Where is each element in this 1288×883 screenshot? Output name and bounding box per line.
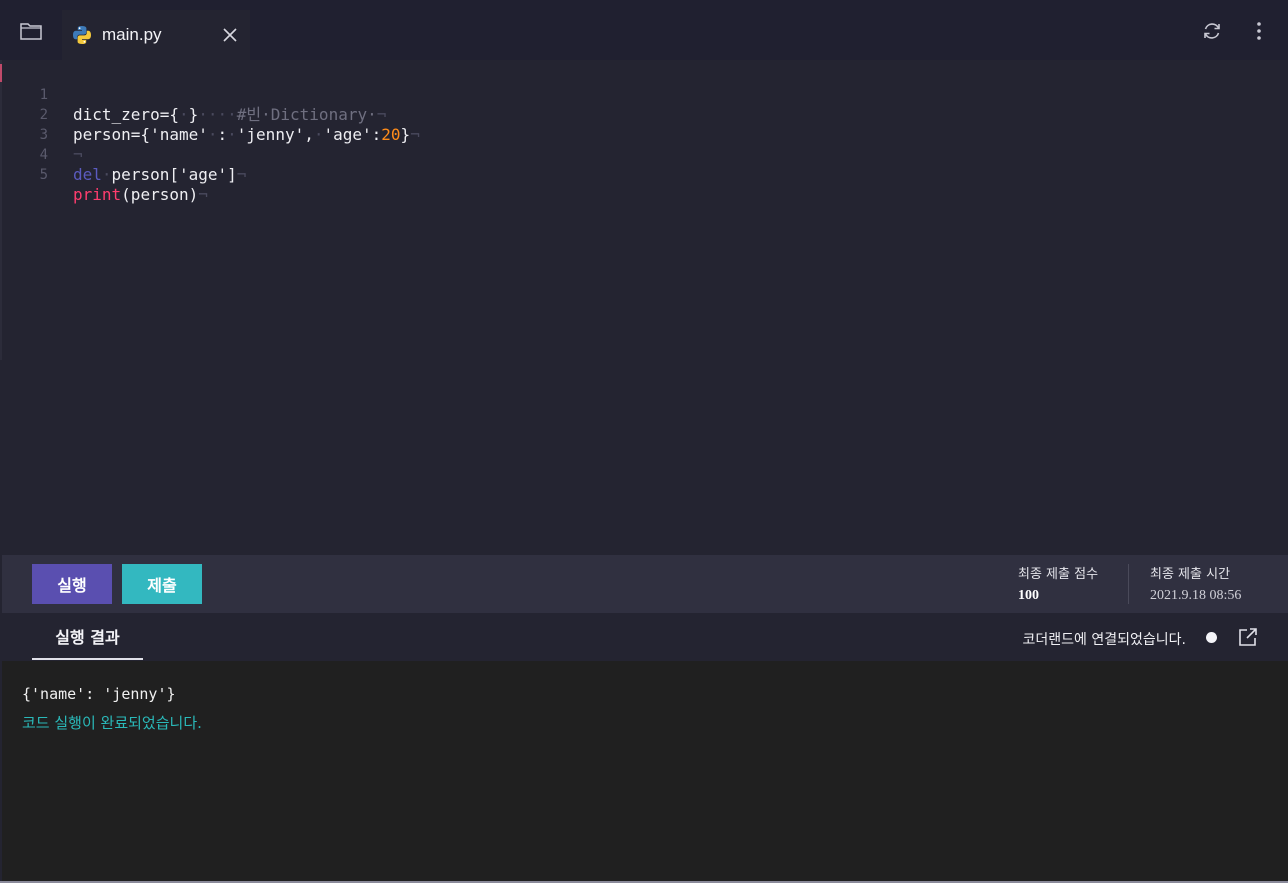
run-button[interactable]: 실행 [32,564,112,604]
console-output: {'name': 'jenny'} 코드 실행이 완료되었습니다. [2,661,1288,881]
line-number: 5 [39,167,48,183]
tab-label: main.py [102,25,162,44]
tab-run-result[interactable]: 실행 결과 [32,613,143,660]
external-link-icon[interactable] [1236,625,1260,649]
final-time-label: 최종 제출 시간 [1150,567,1231,582]
code-text: del·person['age']¬ [73,165,247,184]
divider [1128,564,1129,604]
code-line: 4 del·person['age']¬ [0,125,1288,184]
run-complete-message: 코드 실행이 완료되었습니다. [22,714,202,732]
code-line: 2 person={'name'·:·'jenny',·'age':20}¬ [0,85,1288,144]
output-line: {'name': 'jenny'} [22,685,176,703]
more-vertical-icon[interactable] [1248,17,1270,45]
python-icon [73,26,91,44]
final-score: 최종 제출 점수 100 [1018,563,1098,604]
code-line: 1 dict_zero={·}····#빈·Dictionary·¬ [0,65,1288,124]
code-text: print(person)¬ [73,185,208,204]
folder-icon[interactable] [14,17,48,45]
result-header: 실행 결과 코더랜드에 연결되었습니다. [2,613,1288,661]
tab-main-py[interactable]: main.py [62,10,250,60]
final-time-value: 2021.9.18 08:56 [1150,588,1242,603]
code-line: 3 ¬ [0,105,1288,164]
final-submit-time: 최종 제출 시간 2021.9.18 08:56 [1150,563,1241,604]
tab-bar: main.py [0,0,1288,60]
action-toolbar: 실행 제출 최종 제출 점수 100 최종 제출 시간 2021.9.18 08… [2,555,1288,613]
refresh-icon[interactable] [1198,17,1226,45]
connection-status: 코더랜드에 연결되었습니다. [1022,632,1186,648]
final-score-label: 최종 제출 점수 [1018,567,1099,582]
code-editor[interactable]: 1 dict_zero={·}····#빈·Dictionary·¬ 2 per… [0,60,1288,555]
final-score-value: 100 [1018,588,1039,603]
code-line: 5 print(person)¬ [0,145,1288,204]
submit-button[interactable]: 제출 [122,564,202,604]
status-dot-icon [1206,632,1217,643]
close-icon[interactable] [218,23,242,47]
